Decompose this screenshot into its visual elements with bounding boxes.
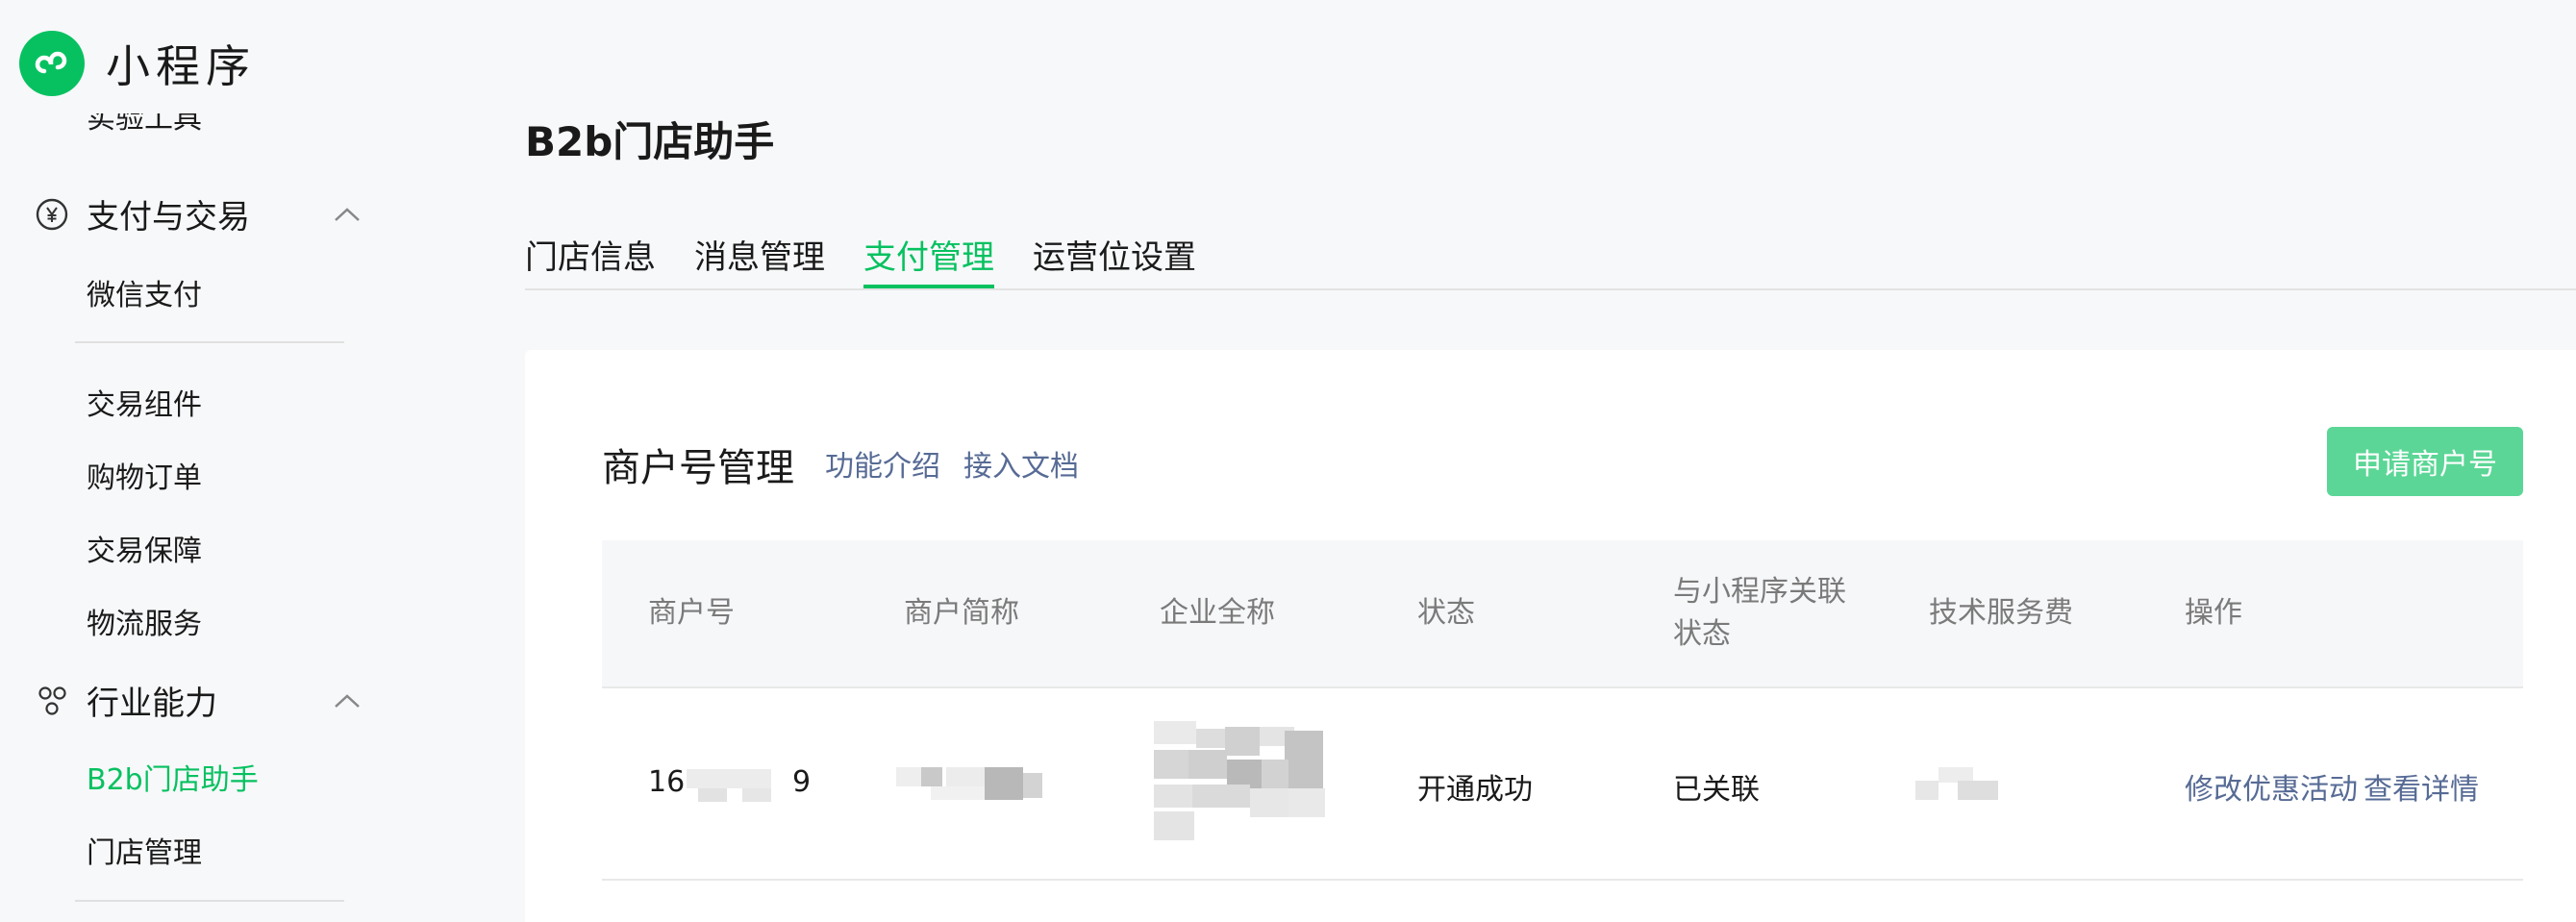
app-root: 小程序 实验工具 支付与交易 微信支付 交易组件 购物订单 交易保障 物流服务 <box>0 0 2576 922</box>
sidebar-item-store-management[interactable]: 门店管理 <box>87 829 202 871</box>
merchant-id-prefix: 16 <box>648 765 686 799</box>
sidebar-item-cut-off[interactable]: 实验工具 <box>87 113 202 142</box>
tab-message-management[interactable]: 消息管理 <box>694 231 825 287</box>
mini-program-logo-icon <box>19 31 85 96</box>
chevron-up-icon[interactable] <box>333 691 362 710</box>
column-header-actions: 操作 <box>2185 596 2242 630</box>
yuan-circle-icon <box>35 197 69 232</box>
redacted-service-fee <box>1915 767 2002 806</box>
table-row: 16 9 开通成功 已关联 修改优惠活动 查看详情 <box>602 688 2523 881</box>
chevron-up-icon[interactable] <box>333 205 362 224</box>
industry-nodes-icon <box>35 684 69 718</box>
status-cell: 开通成功 <box>1417 773 1533 807</box>
view-details-link[interactable]: 查看详情 <box>2363 765 2479 808</box>
sidebar-section-label: 支付与交易 <box>87 198 250 237</box>
integration-docs-link[interactable]: 接入文档 <box>963 442 1079 485</box>
sidebar-item-wechat-pay[interactable]: 微信支付 <box>87 271 202 313</box>
sidebar-divider <box>75 341 344 343</box>
brand[interactable]: 小程序 <box>19 31 256 96</box>
column-header-link-status: 与小程序关联 状态 <box>1673 571 1846 656</box>
column-header-company-name: 企业全称 <box>1160 596 1275 630</box>
sidebar-item-trade-guarantee[interactable]: 交易保障 <box>87 527 202 569</box>
brand-title: 小程序 <box>106 40 256 92</box>
sidebar-item-b2b-store-assistant[interactable]: B2b门店助手 <box>87 756 259 798</box>
merchant-id-cell: 16 9 <box>648 765 821 804</box>
redacted-block <box>687 769 792 804</box>
redacted-company-name <box>1154 721 1327 846</box>
sidebar-item-trade-component[interactable]: 交易组件 <box>87 381 202 423</box>
column-header-short-name: 商户简称 <box>904 596 1019 630</box>
link-status-cell: 已关联 <box>1673 773 1760 807</box>
column-header-link-status-line2: 状态 <box>1673 617 1731 651</box>
merchant-id-suffix: 9 <box>792 765 812 799</box>
sidebar-item-logistics[interactable]: 物流服务 <box>87 600 202 642</box>
apply-merchant-button[interactable]: 申请商户号 <box>2327 427 2523 496</box>
merchant-table: 商户号 商户简称 企业全称 状态 与小程序关联 状态 技术服务费 操作 16 9… <box>602 540 2523 881</box>
feature-intro-link[interactable]: 功能介绍 <box>825 442 940 485</box>
sidebar-divider <box>75 900 344 902</box>
sidebar-section-industry[interactable]: 行业能力 <box>35 677 362 724</box>
sidebar: 小程序 实验工具 支付与交易 微信支付 交易组件 购物订单 交易保障 物流服务 <box>0 0 442 922</box>
redacted-short-name <box>892 765 1042 804</box>
column-header-service-fee: 技术服务费 <box>1929 596 2073 630</box>
tab-bar: 门店信息 消息管理 支付管理 运营位设置 <box>525 231 2576 290</box>
page-title: B2b门店助手 <box>525 118 775 165</box>
sidebar-item-shopping-orders[interactable]: 购物订单 <box>87 454 202 496</box>
merchant-card: 商户号管理 功能介绍 接入文档 申请商户号 商户号 商户简称 企业全称 状态 与… <box>525 350 2576 922</box>
tab-payment-management[interactable]: 支付管理 <box>863 231 994 288</box>
tab-operation-slot-settings[interactable]: 运营位设置 <box>1033 231 1196 287</box>
table-header: 商户号 商户简称 企业全称 状态 与小程序关联 状态 技术服务费 操作 <box>602 540 2523 688</box>
column-header-status: 状态 <box>1417 596 1475 630</box>
sidebar-section-payment[interactable]: 支付与交易 <box>35 190 362 237</box>
edit-discount-link[interactable]: 修改优惠活动 <box>2185 765 2358 808</box>
column-header-merchant-id: 商户号 <box>648 596 735 630</box>
column-header-link-status-line1: 与小程序关联 <box>1673 575 1846 609</box>
tab-store-info[interactable]: 门店信息 <box>525 231 656 287</box>
sidebar-section-label: 行业能力 <box>87 685 217 723</box>
card-title: 商户号管理 <box>602 446 794 490</box>
